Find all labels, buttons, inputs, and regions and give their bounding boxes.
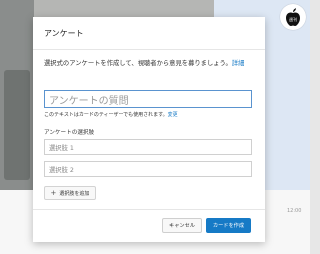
choice-1-placeholder: 選択肢 1 [49, 144, 74, 152]
choice-1-input[interactable]: 選択肢 1 [44, 139, 252, 155]
modal-description: 選択式のアンケートを作成して、視聴者から意見を募りましょう。詳細 [44, 59, 254, 81]
svg-text:週刊: 週刊 [289, 16, 297, 22]
change-teaser-link[interactable]: 変更 [168, 112, 178, 118]
choices-label: アンケートの選択肢 [44, 130, 95, 136]
add-choice-label: 選択肢を追加 [59, 190, 90, 197]
cancel-button[interactable]: キャンセル [162, 218, 202, 233]
description-text: 選択式のアンケートを作成して、視聴者から意見を募りましょう。 [44, 60, 232, 67]
choice-2-input[interactable]: 選択肢 2 [44, 161, 252, 177]
modal-footer: キャンセル カードを作成 [33, 209, 265, 242]
teaser-hint-text: このテキストはカードのティーザーでも使用されます。 [44, 112, 168, 118]
learn-more-link[interactable]: 詳細 [232, 60, 245, 67]
poll-question-placeholder: アンケートの質問 [49, 95, 129, 107]
modal-header: アンケート [33, 17, 265, 50]
apple-logo-icon: 週刊 [280, 4, 306, 30]
choice-2-placeholder: 選択肢 2 [49, 166, 74, 174]
modal-title: アンケート [44, 28, 84, 38]
modal-body: 選択式のアンケートを作成して、視聴者から意見を募りましょう。詳細 アンケートの質… [33, 59, 265, 200]
background-time-label: 12:00 [287, 208, 302, 214]
background-video-thumbnail-left [0, 0, 34, 190]
add-choice-button[interactable]: + 選択肢を追加 [44, 186, 96, 200]
plus-icon: + [50, 188, 57, 197]
teaser-hint: このテキストはカードのティーザーでも使用されます。変更 [44, 111, 254, 118]
poll-card-modal: アンケート 選択式のアンケートを作成して、視聴者から意見を募りましょう。詳細 ア… [33, 17, 265, 242]
poll-question-input[interactable]: アンケートの質問 [44, 90, 252, 108]
create-card-button[interactable]: カードを作成 [206, 218, 251, 233]
